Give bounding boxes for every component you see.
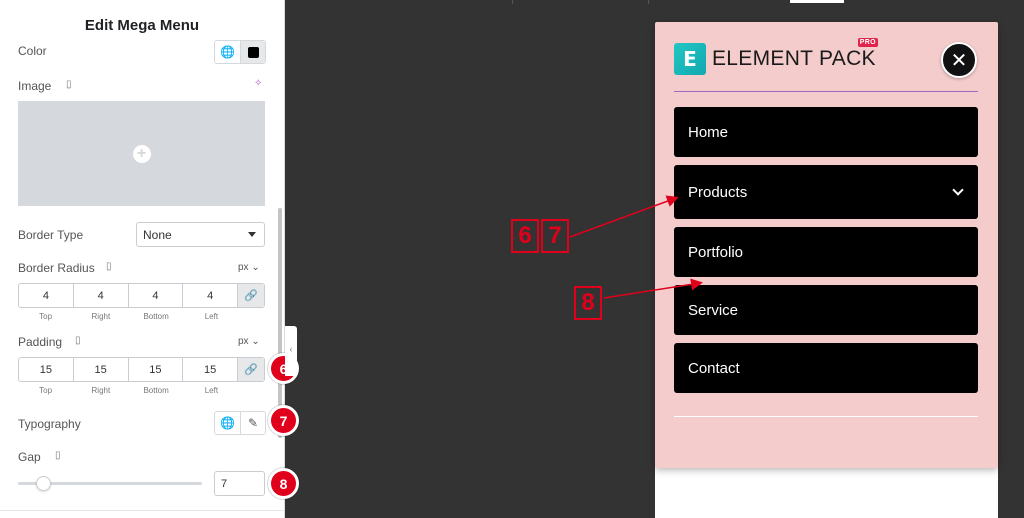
step-marker-8: 8 — [268, 468, 299, 499]
menu-item-label: Products — [688, 183, 748, 201]
side-label-top: Top — [39, 386, 53, 395]
image-upload-area[interactable]: + — [18, 101, 265, 206]
border-radius-bottom-input[interactable]: 4 — [129, 284, 184, 307]
annotation-box-8: 8 — [574, 286, 602, 320]
image-label: Image — [18, 79, 52, 93]
side-label-left: Left — [204, 386, 219, 395]
border-radius-unit[interactable]: px ⌄ — [238, 262, 260, 273]
color-swatch-button[interactable] — [240, 41, 265, 63]
pencil-icon[interactable]: ✎ — [240, 412, 265, 434]
border-radius-top-input[interactable]: 4 — [19, 284, 74, 307]
pro-badge: PRO — [857, 38, 878, 47]
logo[interactable]: E ELEMENT PACK PRO — [674, 38, 878, 75]
color-swatch — [247, 46, 259, 58]
border-radius-label: Border Radius — [18, 261, 95, 275]
page-background-strip — [655, 465, 998, 518]
menu-item-label: Portfolio — [688, 243, 744, 261]
divider — [512, 0, 513, 4]
typography-label: Typography — [18, 417, 81, 431]
divider — [674, 91, 978, 92]
step-marker-7: 7 — [268, 405, 299, 436]
chevron-down-icon[interactable] — [952, 184, 964, 196]
side-label-left: Left — [204, 312, 219, 321]
mobile-device-icon[interactable]: ▯ — [55, 450, 61, 461]
padding-side-labels: Top Right Bottom Left — [18, 386, 239, 395]
add-image-icon[interactable]: + — [132, 144, 151, 163]
color-label: Color — [18, 44, 47, 58]
menu-item-contact[interactable]: Contact — [674, 343, 978, 393]
border-type-select[interactable]: None — [136, 222, 265, 247]
side-label-bottom: Bottom — [143, 386, 169, 395]
annotation-box-6: 6 — [511, 219, 539, 253]
link-icon[interactable]: 🔗 — [238, 358, 264, 381]
border-type-value: None — [143, 227, 172, 242]
padding-right-input[interactable]: 15 — [74, 358, 129, 381]
border-radius-side-labels: Top Right Bottom Left — [18, 312, 239, 321]
menu-item-label: Contact — [688, 359, 740, 377]
gap-slider-handle[interactable] — [36, 476, 52, 491]
panel-collapse-toggle[interactable]: ‹ — [285, 326, 297, 376]
close-icon[interactable]: ✕ — [941, 42, 977, 78]
mobile-device-icon[interactable]: ▯ — [66, 79, 72, 90]
editor-panel: Edit Mega Menu Color 🌐 Image ▯ ✧ + Borde… — [0, 0, 285, 518]
side-label-right: Right — [91, 386, 111, 395]
mobile-device-icon[interactable]: ▯ — [106, 261, 112, 272]
annotation-box-7: 7 — [541, 219, 569, 253]
border-type-label: Border Type — [18, 228, 84, 242]
divider — [648, 0, 649, 4]
mega-menu-offcanvas: E ELEMENT PACK PRO ✕ Home Products Portf… — [655, 22, 998, 468]
side-label-top: Top — [39, 312, 53, 321]
side-label-bottom: Bottom — [143, 312, 169, 321]
padding-top-input[interactable]: 15 — [19, 358, 74, 381]
logo-text: ELEMENT PACK PRO — [712, 38, 878, 71]
globe-icon[interactable]: 🌐 — [215, 412, 240, 434]
padding-label: Padding — [18, 335, 63, 349]
padding-unit[interactable]: px ⌄ — [238, 336, 260, 347]
divider — [0, 510, 284, 511]
menu-item-portfolio[interactable]: Portfolio — [674, 227, 978, 277]
gap-input[interactable]: 7 — [214, 471, 265, 496]
border-radius-right-input[interactable]: 4 — [74, 284, 129, 307]
globe-icon[interactable]: 🌐 — [215, 41, 240, 63]
gap-label: Gap — [18, 450, 41, 464]
menu-item-label: Home — [688, 123, 729, 141]
menu-item-label: Service — [688, 301, 739, 319]
menu-item-service[interactable]: Service — [674, 285, 978, 335]
padding-inputs: 15 15 15 15 🔗 — [18, 357, 265, 382]
menu-item-products[interactable]: Products — [674, 165, 978, 219]
menu-item-home[interactable]: Home — [674, 107, 978, 157]
divider — [674, 416, 978, 417]
link-icon[interactable]: 🔗 — [238, 284, 264, 307]
color-controls: 🌐 — [214, 40, 266, 64]
top-bar-indicator — [790, 0, 844, 3]
border-radius-inputs: 4 4 4 4 🔗 — [18, 283, 265, 308]
padding-bottom-input[interactable]: 15 — [129, 358, 184, 381]
element-pack-logo-icon: E — [674, 43, 706, 75]
border-radius-left-input[interactable]: 4 — [183, 284, 238, 307]
mobile-device-icon[interactable]: ▯ — [75, 335, 81, 346]
logo-wordmark: ELEMENT PACK — [712, 47, 876, 70]
typography-controls: 🌐 ✎ — [214, 411, 266, 435]
ai-sparkle-icon[interactable]: ✧ — [254, 78, 262, 89]
panel-scrollbar[interactable] — [278, 208, 282, 438]
side-label-right: Right — [91, 312, 111, 321]
caret-down-icon — [248, 232, 256, 237]
padding-left-input[interactable]: 15 — [183, 358, 238, 381]
